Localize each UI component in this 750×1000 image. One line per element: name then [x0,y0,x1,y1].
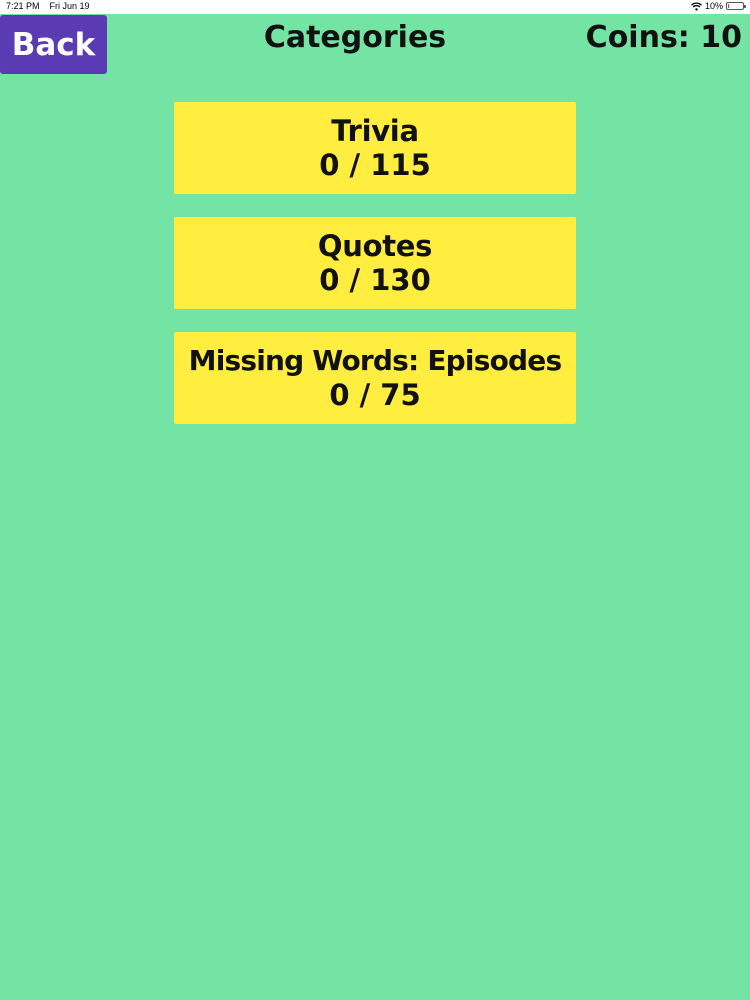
status-left: 7:21 PM Fri Jun 19 [6,1,90,11]
category-progress: 0 / 115 [319,148,431,182]
status-bar: 7:21 PM Fri Jun 19 10% [0,0,750,14]
status-time: 7:21 PM [6,1,40,11]
coins-counter: Coins: 10 [585,20,742,55]
category-quotes-button[interactable]: Quotes 0 / 130 [174,217,576,309]
screen: 7:21 PM Fri Jun 19 10% Back Categories C… [0,0,750,1000]
status-right: 10% [691,1,746,11]
category-progress: 0 / 75 [329,378,421,412]
category-name: Missing Words: Episodes [188,344,562,377]
category-list: Trivia 0 / 115 Quotes 0 / 130 Missing Wo… [174,102,576,447]
category-name: Trivia [331,114,419,148]
wifi-icon [691,1,702,11]
category-trivia-button[interactable]: Trivia 0 / 115 [174,102,576,194]
category-progress: 0 / 130 [319,263,431,297]
category-missing-words-episodes-button[interactable]: Missing Words: Episodes 0 / 75 [174,332,576,424]
status-date: Fri Jun 19 [49,1,90,11]
category-name: Quotes [317,229,433,263]
battery-icon [726,2,746,10]
battery-level-fill [728,4,729,8]
battery-percent: 10% [704,1,723,11]
